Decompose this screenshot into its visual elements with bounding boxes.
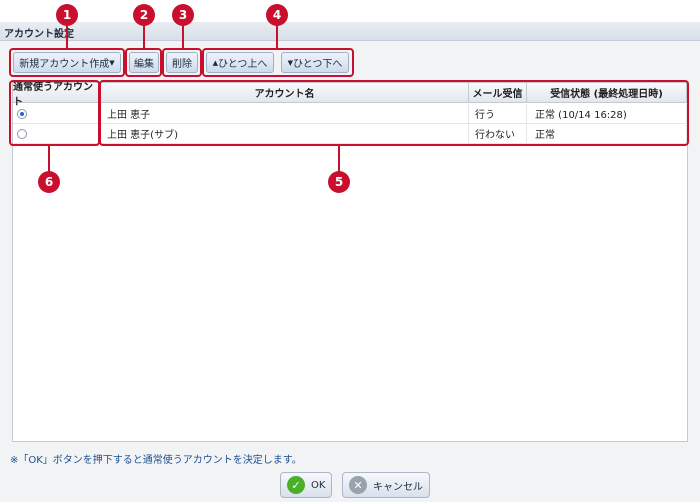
callout-stem-6 bbox=[48, 146, 50, 172]
callout-stem-1 bbox=[66, 24, 68, 49]
callout-badge-3: 3 bbox=[172, 4, 194, 26]
callout-badge-5: 5 bbox=[328, 171, 350, 193]
cancel-button[interactable]: ✕ キャンセル bbox=[342, 472, 430, 498]
dialog-title: アカウント設定 bbox=[4, 29, 74, 40]
callout-box-5 bbox=[99, 80, 689, 146]
callout-badge-4: 4 bbox=[266, 4, 288, 26]
checkmark-icon: ✓ bbox=[287, 476, 305, 494]
dialog-title-bar: アカウント設定 bbox=[0, 22, 700, 41]
callout-badge-2: 2 bbox=[133, 4, 155, 26]
callout-badge-1: 1 bbox=[56, 4, 78, 26]
instruction-note: ※「OK」ボタンを押下すると通常使うアカウントを決定します。 bbox=[10, 455, 302, 466]
callout-box-4 bbox=[202, 48, 354, 77]
cancel-label: キャンセル bbox=[373, 481, 423, 493]
callout-stem-2 bbox=[143, 24, 145, 49]
callout-box-2 bbox=[125, 48, 162, 77]
callout-badge-6: 6 bbox=[38, 171, 60, 193]
ok-label: OK bbox=[311, 479, 326, 491]
ok-button[interactable]: ✓ OK bbox=[280, 472, 332, 498]
callout-box-6 bbox=[9, 80, 100, 146]
close-icon: ✕ bbox=[349, 476, 367, 494]
callout-stem-4 bbox=[276, 24, 278, 49]
callout-box-1 bbox=[9, 48, 125, 77]
callout-box-3 bbox=[162, 48, 202, 77]
callout-stem-5 bbox=[338, 146, 340, 172]
callout-stem-3 bbox=[182, 24, 184, 49]
